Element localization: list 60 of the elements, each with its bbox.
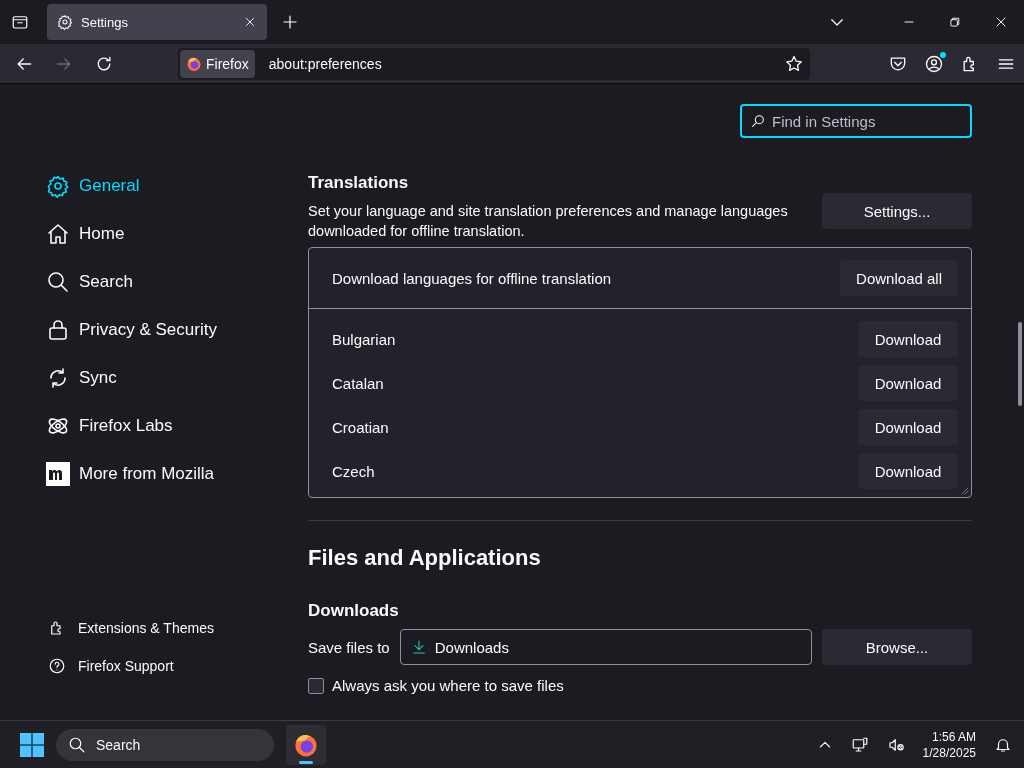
language-name: Bulgarian: [332, 330, 396, 348]
tab-title: Settings: [81, 14, 129, 30]
clock-date[interactable]: 1/28/2025: [922, 744, 976, 761]
sidebar-item[interactable]: Home: [46, 217, 308, 251]
gear-icon: [57, 14, 73, 30]
scrollbar-thumb[interactable]: [1018, 322, 1022, 406]
address-bar[interactable]: Firefox about:preferences: [178, 47, 810, 80]
settings-button[interactable]: Settings...: [822, 193, 972, 229]
search-field[interactable]: Find in Settings: [740, 104, 972, 138]
subsection-heading: Downloads: [308, 601, 400, 621]
identity-button[interactable]: Firefox: [180, 49, 255, 78]
download-all-button[interactable]: Download all: [840, 260, 958, 296]
help-icon: [48, 657, 66, 675]
house-icon: [46, 222, 70, 246]
search-icon: [750, 113, 766, 129]
new-tab-icon[interactable]: [281, 13, 299, 31]
language-name: Catalan: [332, 374, 384, 392]
language-name: Croatian: [332, 418, 389, 436]
sidebar-link[interactable]: Extensions & Themes: [46, 618, 308, 638]
browser-logo-icon: [186, 55, 202, 72]
download-button[interactable]: Download: [858, 409, 958, 445]
field-label: Save files to: [308, 638, 390, 656]
folder-name: Downloads: [434, 638, 509, 656]
sidebar-item[interactable]: Privacy & Security: [46, 313, 308, 347]
start-logo-icon[interactable]: [20, 732, 44, 757]
section-heading: Translations: [308, 173, 410, 193]
description-text: Set your language and site translation preferences and manage languages downloaded for offline translation.: [308, 202, 789, 241]
padlock-icon: [46, 318, 70, 342]
sidebar-link[interactable]: Firefox Support: [46, 656, 308, 676]
download-button[interactable]: Download: [858, 365, 958, 401]
list-header-text: Download languages for offline translation: [332, 269, 612, 287]
language-name: Czech: [332, 462, 375, 480]
section-title: Files and Applications: [308, 545, 542, 571]
download-arrow-icon: [410, 639, 427, 655]
checkbox-label[interactable]: Always ask you where to save files: [332, 677, 564, 694]
letter-m-logo-icon: [46, 462, 70, 486]
close-icon[interactable]: [994, 15, 1008, 29]
close-icon[interactable]: [243, 15, 257, 29]
network-icon[interactable]: [850, 735, 869, 754]
sidebar-item[interactable]: More from Mozilla: [46, 457, 308, 491]
download-button[interactable]: Download: [858, 321, 958, 357]
star-icon[interactable]: [784, 53, 804, 74]
gear-icon: [46, 174, 70, 198]
sidebar-item[interactable]: Sync: [46, 361, 308, 395]
browse-button[interactable]: Browse...: [822, 629, 972, 665]
checkbox[interactable]: [308, 677, 324, 694]
restore-icon[interactable]: [948, 15, 962, 29]
clock-time[interactable]: 1:56 AM: [931, 728, 976, 745]
account-icon[interactable]: [924, 53, 944, 74]
taskbar-browser-button[interactable]: [286, 724, 326, 765]
search-icon: [68, 735, 86, 754]
tab-list-icon[interactable]: [11, 13, 29, 31]
url-text: about:preferences: [268, 55, 382, 72]
sidebar-item[interactable]: Firefox Labs: [46, 409, 308, 443]
browser-tab[interactable]: Settings: [47, 4, 267, 40]
sidebar-item[interactable]: Search: [46, 265, 308, 299]
download-button[interactable]: Download: [858, 453, 958, 489]
search-icon: [46, 270, 70, 294]
sidebar-item[interactable]: General: [46, 169, 308, 203]
taskbar-search[interactable]: Search: [56, 728, 274, 761]
